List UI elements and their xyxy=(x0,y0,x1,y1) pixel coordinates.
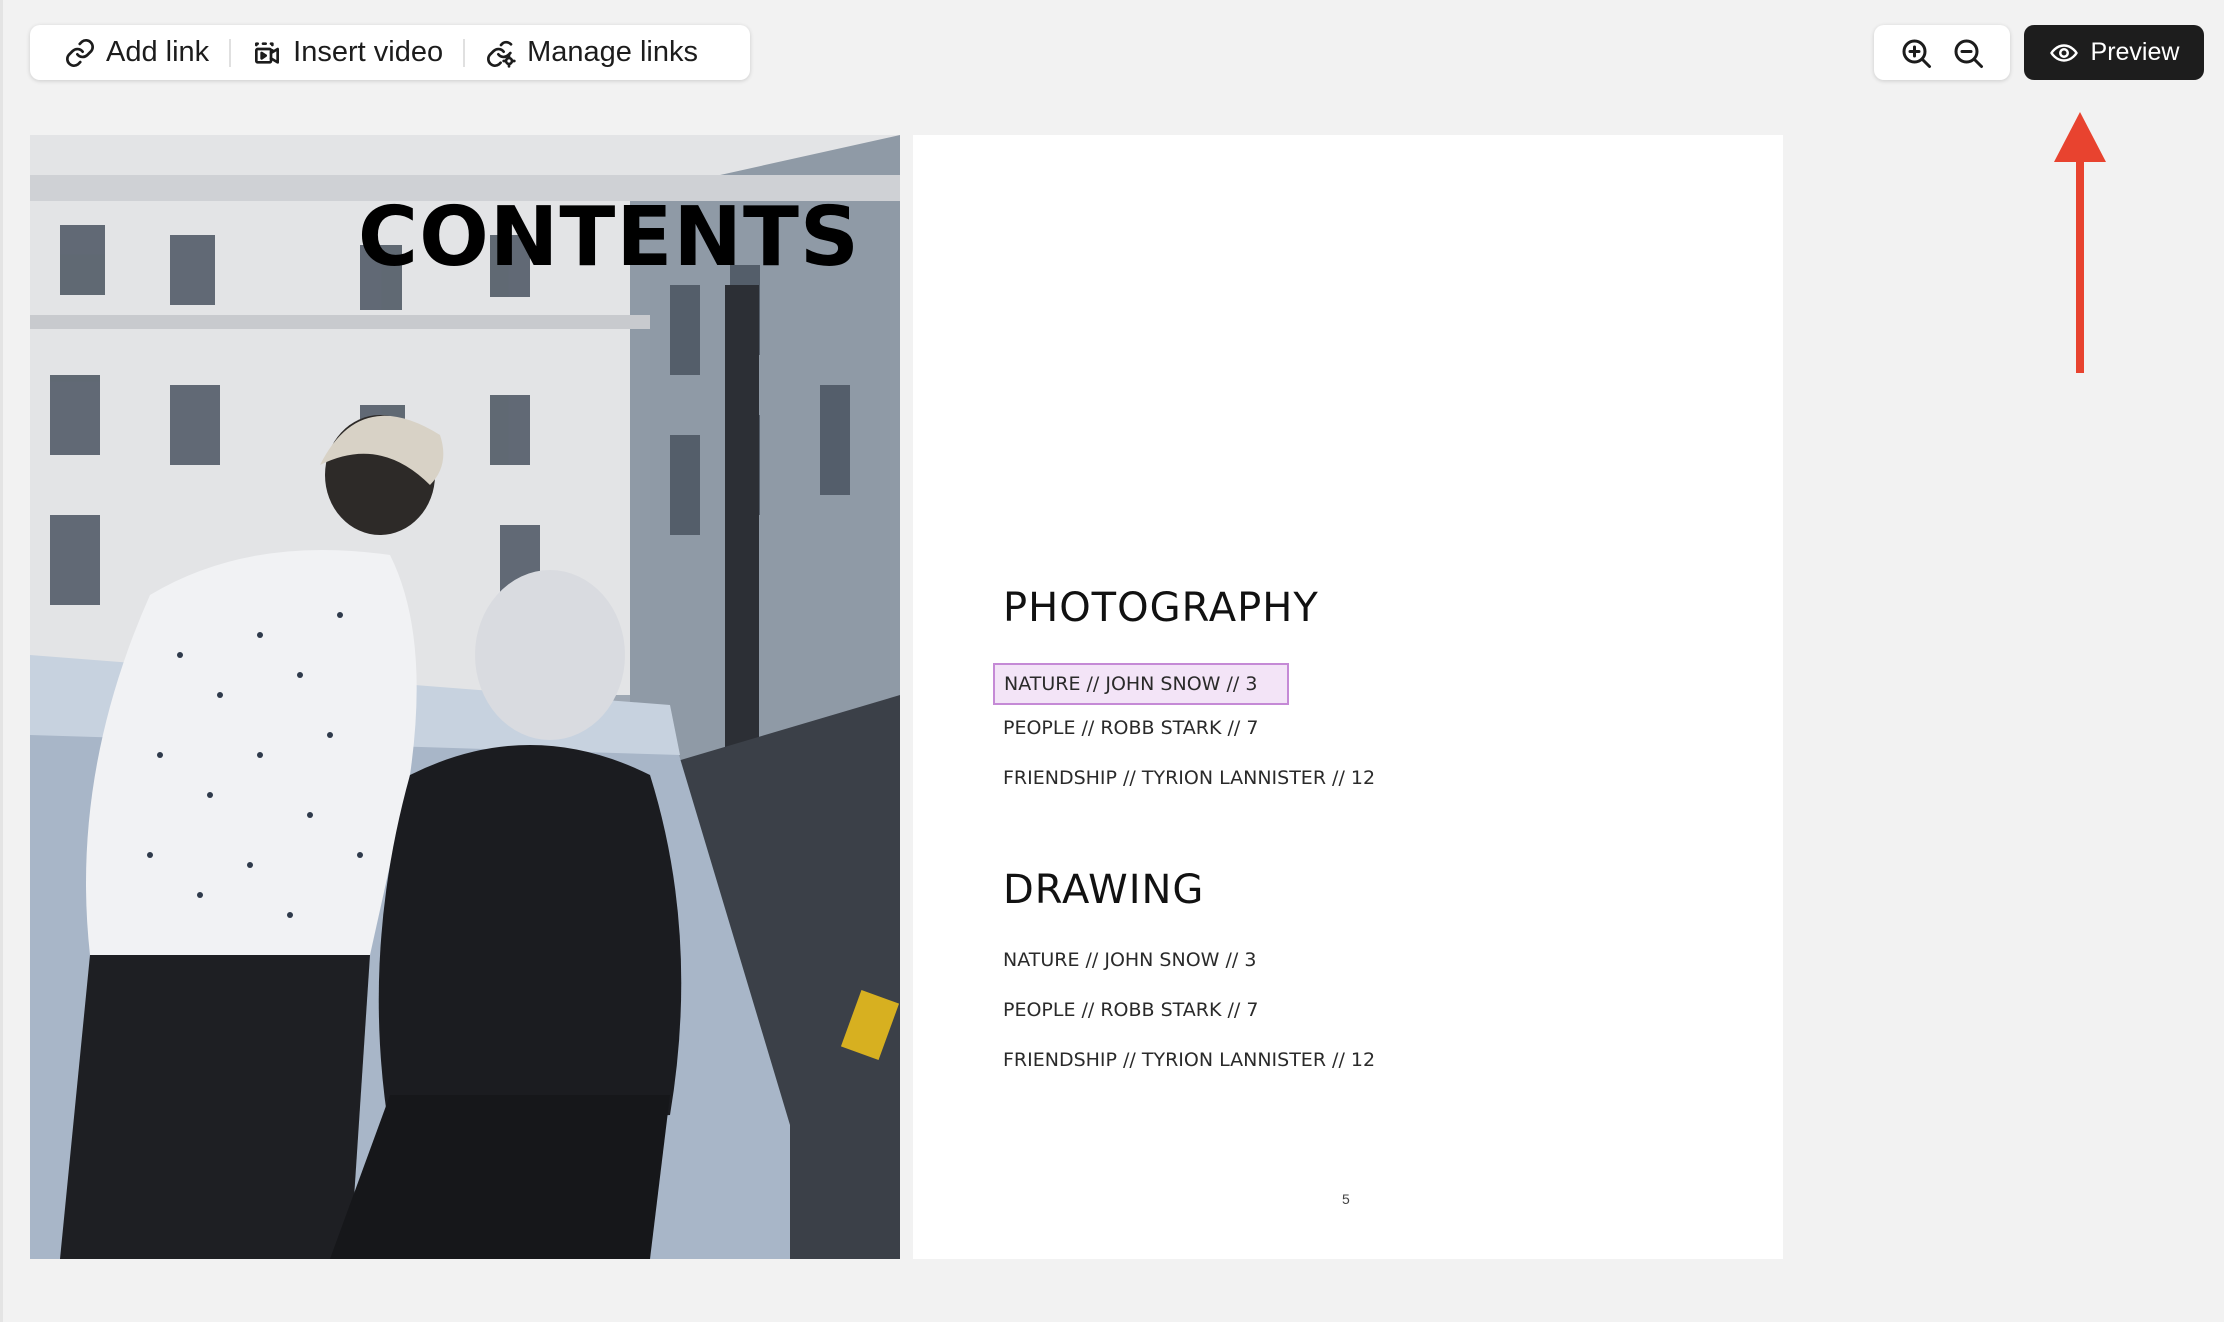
cover-photo xyxy=(30,135,900,1259)
link-settings-icon xyxy=(487,40,516,68)
zoom-out-icon[interactable] xyxy=(1950,35,1986,71)
zoom-in-icon[interactable] xyxy=(1898,35,1934,71)
canvas-left-edge xyxy=(0,0,3,1322)
toc-item[interactable]: FRIENDSHIP // TYRION LANNISTER // 12 xyxy=(1003,1049,1375,1071)
photo-page[interactable]: CONTENTS xyxy=(30,135,900,1259)
contents-title: CONTENTS xyxy=(357,190,860,285)
building-cornice xyxy=(30,315,650,329)
add-link-button[interactable]: Add link xyxy=(64,36,209,69)
zoom-controls xyxy=(1874,25,2010,80)
toolbar-divider xyxy=(229,38,232,67)
person-right-head xyxy=(475,570,625,740)
toc-item[interactable]: PEOPLE // ROBB STARK // 7 xyxy=(1003,999,1258,1021)
manage-links-button[interactable]: Manage links xyxy=(485,36,698,69)
toc-item[interactable]: FRIENDSHIP // TYRION LANNISTER // 12 xyxy=(1003,767,1375,789)
annotation-arrow xyxy=(2054,112,2106,373)
add-link-label: Add link xyxy=(106,36,210,68)
link-toolbar: Add link Insert video Manage links xyxy=(30,25,750,80)
insert-video-button[interactable]: Insert video xyxy=(251,36,443,69)
toc-item[interactable]: NATURE // JOHN SNOW // 3 xyxy=(1003,949,1256,971)
eye-icon xyxy=(2049,43,2078,62)
toc-item-selected[interactable]: NATURE // JOHN SNOW // 3 xyxy=(993,663,1290,705)
person-left-pants xyxy=(60,955,370,1259)
toc-item[interactable]: PEOPLE // ROBB STARK // 7 xyxy=(1003,717,1258,739)
insert-video-label: Insert video xyxy=(293,36,444,68)
page-number: 5 xyxy=(1342,1191,1350,1207)
section-heading-photography: PHOTOGRAPHY xyxy=(1003,585,1319,631)
arrow-head xyxy=(2054,112,2106,162)
section-heading-drawing: DRAWING xyxy=(1003,867,1205,913)
vertical-sign xyxy=(725,285,759,755)
arrow-shaft xyxy=(2076,158,2084,373)
video-frame-icon xyxy=(255,41,280,64)
toolbar-divider xyxy=(463,38,466,67)
preview-label: Preview xyxy=(2090,38,2180,66)
preview-button[interactable]: Preview xyxy=(2024,25,2204,80)
person-right-jacket xyxy=(378,745,682,1135)
link-icon xyxy=(66,38,94,67)
toc-page[interactable]: PHOTOGRAPHY NATURE // JOHN SNOW // 3 PEO… xyxy=(913,135,1783,1259)
manage-links-label: Manage links xyxy=(527,36,698,68)
